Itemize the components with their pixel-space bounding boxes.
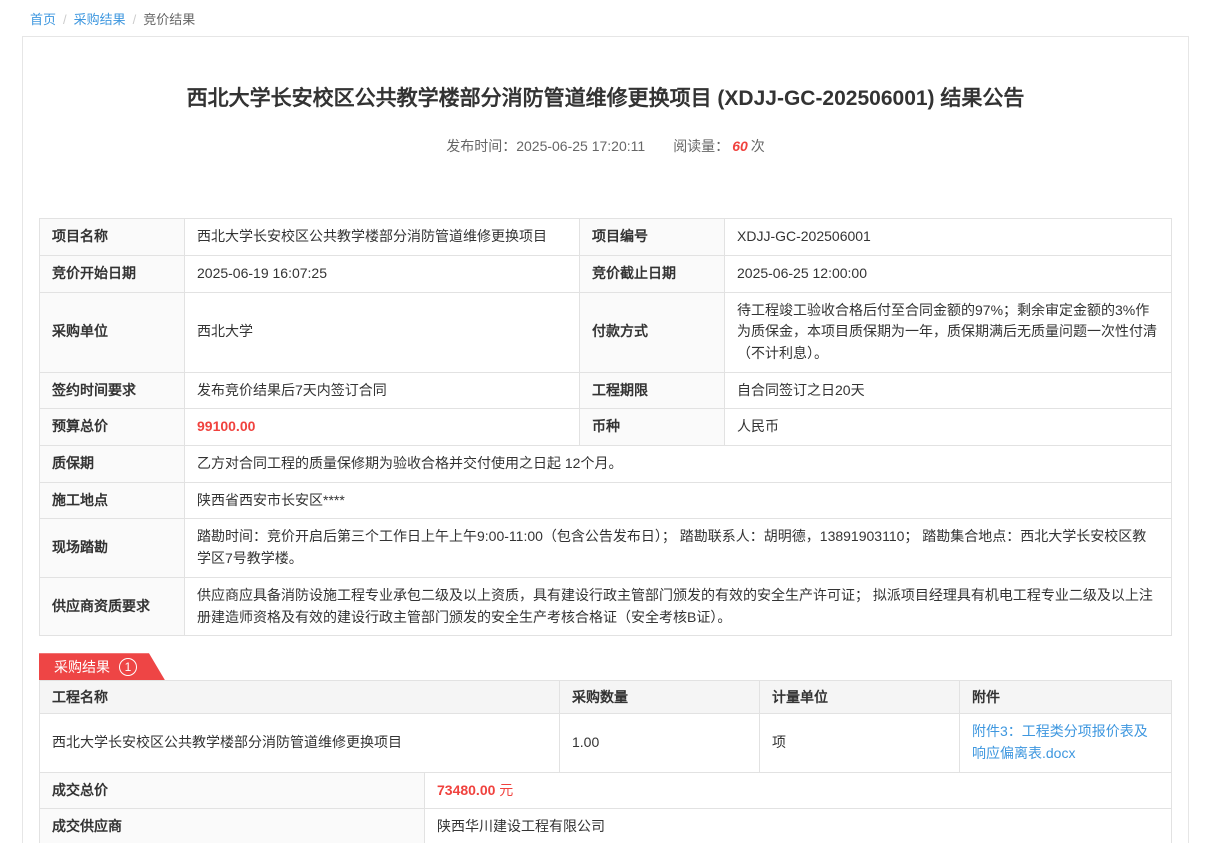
value-currency: 人民币	[725, 409, 1172, 446]
label-site-survey: 现场踏勘	[40, 519, 185, 577]
page-title: 西北大学长安校区公共教学楼部分消防管道维修更换项目 (XDJJ-GC-20250…	[39, 85, 1172, 112]
announcement-card: 西北大学长安校区公共教学楼部分消防管道维修更换项目 (XDJJ-GC-20250…	[22, 36, 1189, 843]
value-site-survey: 踏勘时间：竞价开启后第三个工作日上午上午9:00-11:00（包含公告发布日）；…	[185, 519, 1172, 577]
table-row: 竞价开始日期 2025-06-19 16:07:25 竞价截止日期 2025-0…	[40, 255, 1172, 292]
label-signing-time: 签约时间要求	[40, 372, 185, 409]
label-bid-deadline: 竞价截止日期	[580, 255, 725, 292]
views-label: 阅读量：	[673, 138, 729, 154]
breadcrumb: 首页 / 采购结果 / 竞价结果	[0, 0, 1211, 36]
label-deal-total-price: 成交总价	[40, 772, 425, 809]
label-construction-site: 施工地点	[40, 482, 185, 519]
table-row: 质保期 乙方对合同工程的质量保修期为验收合格并交付使用之日起 12个月。	[40, 446, 1172, 483]
label-budget-total: 预算总价	[40, 409, 185, 446]
value-project-name: 西北大学长安校区公共教学楼部分消防管道维修更换项目	[185, 219, 580, 256]
column-header-project-name: 工程名称	[40, 681, 560, 714]
breadcrumb-purchase-results[interactable]: 采购结果	[74, 12, 126, 27]
table-row: 现场踏勘 踏勘时间：竞价开启后第三个工作日上午上午9:00-11:00（包含公告…	[40, 519, 1172, 577]
value-signing-time: 发布竞价结果后7天内签订合同	[185, 372, 580, 409]
value-project-duration: 自合同签订之日20天	[725, 372, 1172, 409]
purchase-result-table: 工程名称 采购数量 计量单位 附件 西北大学长安校区公共教学楼部分消防管道维修更…	[39, 680, 1172, 772]
value-warranty-period: 乙方对合同工程的质量保修期为验收合格并交付使用之日起 12个月。	[185, 446, 1172, 483]
table-row: 西北大学长安校区公共教学楼部分消防管道维修更换项目 1.00 项 附件3：工程类…	[40, 714, 1172, 772]
label-project-duration: 工程期限	[580, 372, 725, 409]
result-project-name: 西北大学长安校区公共教学楼部分消防管道维修更换项目	[40, 714, 560, 772]
deal-total-price-amount: 73480.00	[437, 782, 495, 798]
value-purchasing-unit: 西北大学	[185, 292, 580, 372]
project-info-table: 项目名称 西北大学长安校区公共教学楼部分消防管道维修更换项目 项目编号 XDJJ…	[39, 218, 1172, 636]
label-warranty-period: 质保期	[40, 446, 185, 483]
value-bid-deadline: 2025-06-25 12:00:00	[725, 255, 1172, 292]
deal-summary-table: 成交总价 73480.00 元 成交供应商 陕西华川建设工程有限公司	[39, 772, 1172, 843]
views-count: 60	[732, 138, 748, 154]
breadcrumb-separator: /	[63, 12, 67, 27]
column-header-unit: 计量单位	[760, 681, 960, 714]
purchase-result-count-badge: 1	[119, 658, 137, 676]
result-unit: 项	[760, 714, 960, 772]
purchase-result-badge-label: 采购结果	[54, 657, 110, 677]
table-row: 供应商资质要求 供应商应具备消防设施工程专业承包二级及以上资质，具有建设行政主管…	[40, 577, 1172, 635]
label-project-number: 项目编号	[580, 219, 725, 256]
publish-time-value: 2025-06-25 17:20:11	[516, 138, 645, 154]
publish-time-label: 发布时间：	[446, 138, 516, 154]
table-row: 成交供应商 陕西华川建设工程有限公司	[40, 809, 1172, 843]
table-row: 项目名称 西北大学长安校区公共教学楼部分消防管道维修更换项目 项目编号 XDJJ…	[40, 219, 1172, 256]
table-row: 采购单位 西北大学 付款方式 待工程竣工验收合格后付至合同金额的97%；剩余审定…	[40, 292, 1172, 372]
purchase-result-badge: 采购结果 1	[39, 653, 165, 680]
table-row: 施工地点 陕西省西安市长安区****	[40, 482, 1172, 519]
value-construction-site: 陕西省西安市长安区****	[185, 482, 1172, 519]
value-deal-supplier: 陕西华川建设工程有限公司	[425, 809, 1172, 843]
label-deal-supplier: 成交供应商	[40, 809, 425, 843]
table-header-row: 工程名称 采购数量 计量单位 附件	[40, 681, 1172, 714]
breadcrumb-bidding-results: 竞价结果	[143, 12, 195, 27]
label-project-name: 项目名称	[40, 219, 185, 256]
deal-total-price-unit: 元	[499, 782, 513, 798]
value-budget-total: 99100.00	[185, 409, 580, 446]
value-deal-total-price: 73480.00 元	[425, 772, 1172, 809]
value-project-number: XDJJ-GC-202506001	[725, 219, 1172, 256]
attachment-link[interactable]: 附件3：工程类分项报价表及响应偏离表.docx	[972, 723, 1148, 761]
column-header-quantity: 采购数量	[560, 681, 760, 714]
label-currency: 币种	[580, 409, 725, 446]
views-unit: 次	[751, 138, 765, 154]
result-quantity: 1.00	[560, 714, 760, 772]
label-payment-method: 付款方式	[580, 292, 725, 372]
breadcrumb-home[interactable]: 首页	[30, 12, 56, 27]
column-header-attachment: 附件	[960, 681, 1172, 714]
value-payment-method: 待工程竣工验收合格后付至合同金额的97%；剩余审定金额的3%作为质保金，本项目质…	[725, 292, 1172, 372]
label-purchasing-unit: 采购单位	[40, 292, 185, 372]
label-bid-start-date: 竞价开始日期	[40, 255, 185, 292]
publish-meta: 发布时间：2025-06-25 17:20:11 阅读量：60次	[39, 136, 1172, 156]
table-row: 签约时间要求 发布竞价结果后7天内签订合同 工程期限 自合同签订之日20天	[40, 372, 1172, 409]
label-supplier-qualification: 供应商资质要求	[40, 577, 185, 635]
value-bid-start-date: 2025-06-19 16:07:25	[185, 255, 580, 292]
table-row: 成交总价 73480.00 元	[40, 772, 1172, 809]
value-supplier-qualification: 供应商应具备消防设施工程专业承包二级及以上资质，具有建设行政主管部门颁发的有效的…	[185, 577, 1172, 635]
table-row: 预算总价 99100.00 币种 人民币	[40, 409, 1172, 446]
breadcrumb-separator: /	[133, 12, 137, 27]
